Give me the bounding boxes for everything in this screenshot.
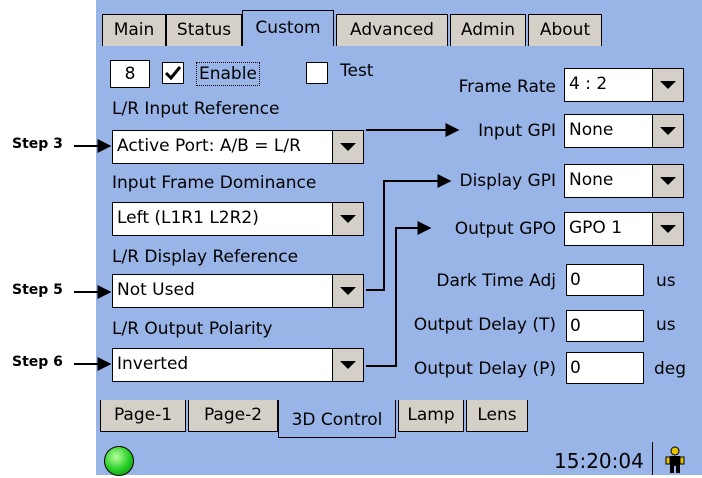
output-gpo-connector bbox=[366, 221, 432, 367]
user-figure-icon[interactable] bbox=[662, 446, 688, 474]
display-gpi-connector bbox=[366, 174, 452, 291]
tab-lamp[interactable]: Lamp bbox=[398, 400, 464, 432]
status-time: 15:20:04 bbox=[554, 449, 644, 473]
tab-page-1[interactable]: Page-1 bbox=[100, 400, 186, 432]
status-divider bbox=[652, 442, 653, 475]
tab-page-2[interactable]: Page-2 bbox=[188, 400, 278, 432]
status-led-icon bbox=[104, 446, 134, 476]
tab-lens[interactable]: Lens bbox=[466, 400, 528, 432]
tab-3d-control[interactable]: 3D Control bbox=[278, 400, 396, 438]
